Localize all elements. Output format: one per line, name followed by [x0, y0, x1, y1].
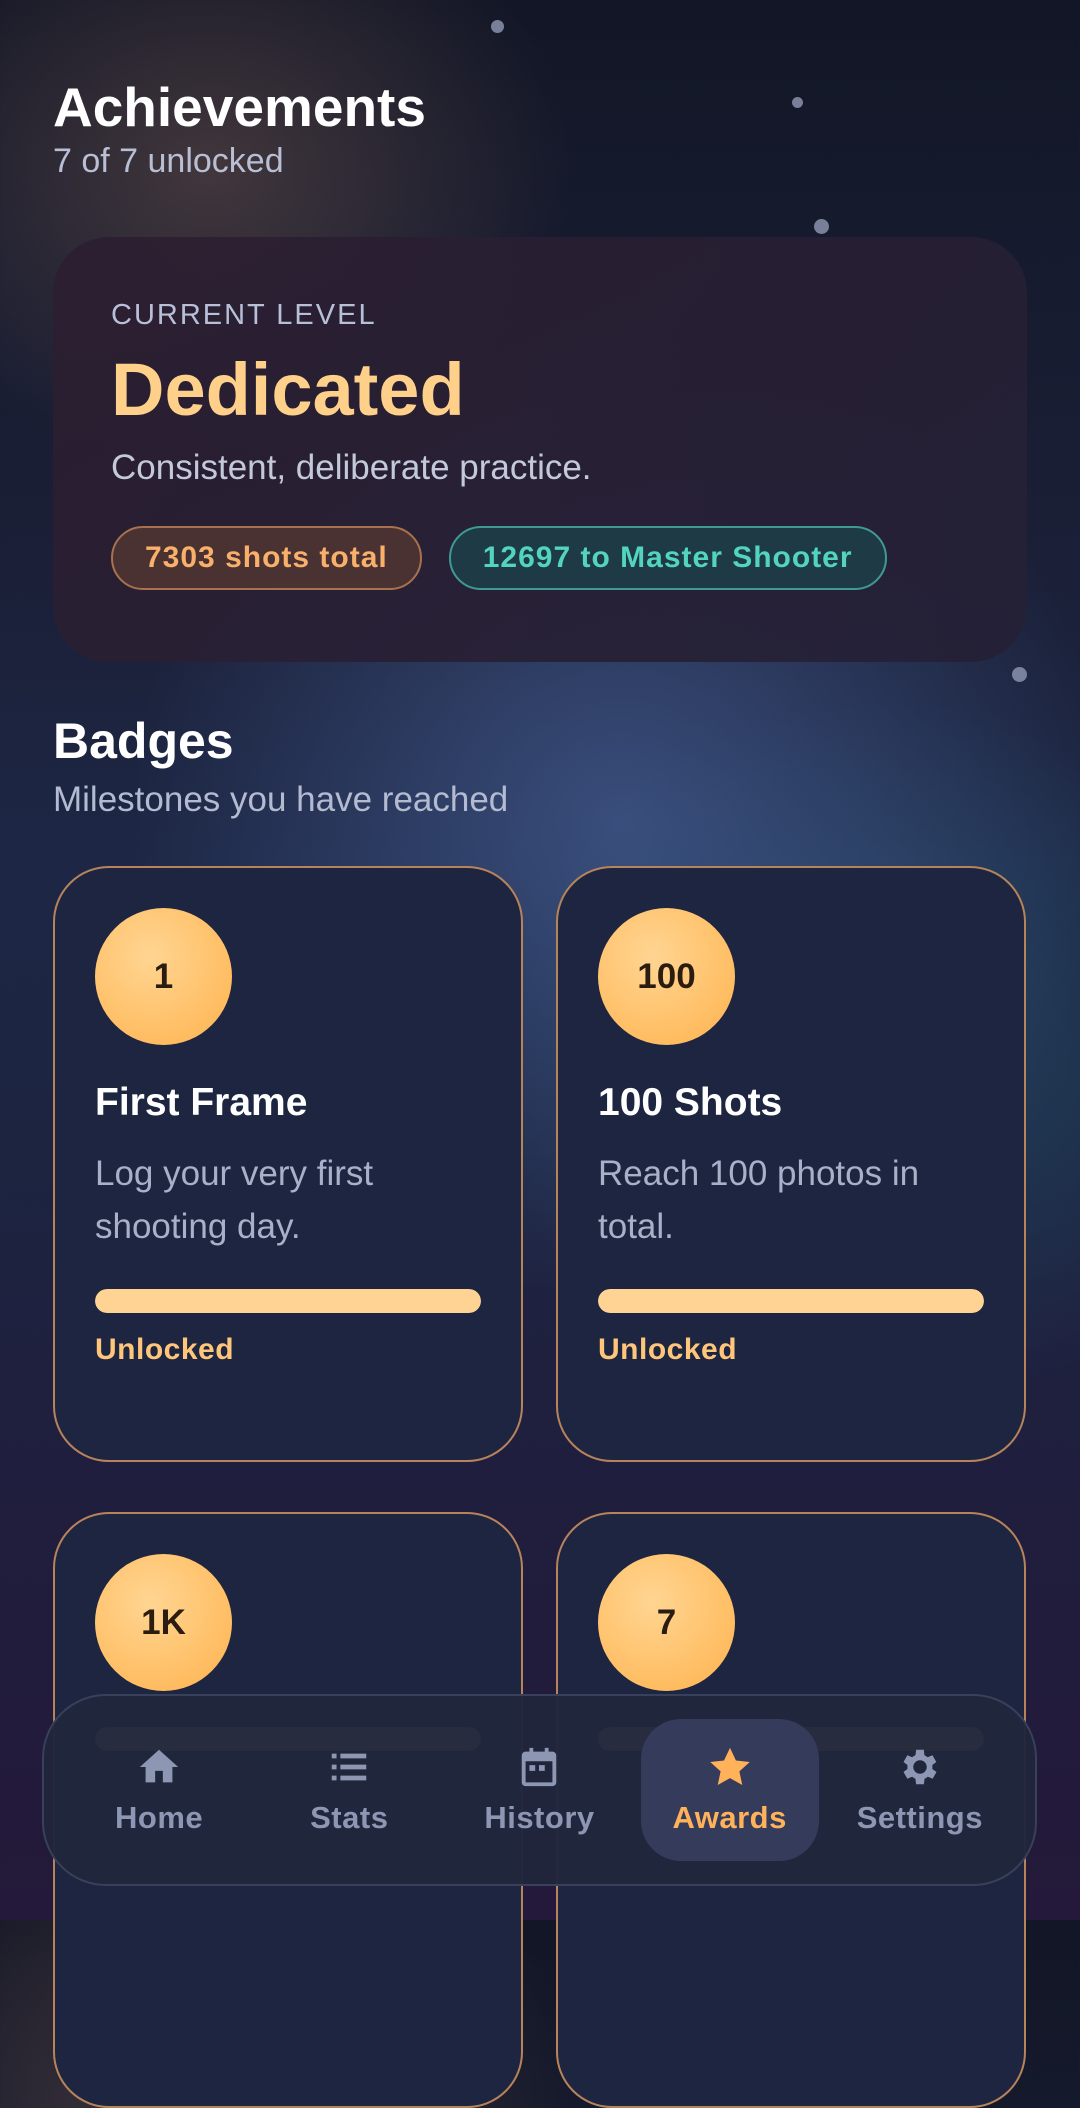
- nav-label: Settings: [856, 1800, 983, 1835]
- badge-status: Unlocked: [95, 1333, 235, 1366]
- background-dot: [491, 20, 504, 33]
- next-level-pill: 12697 to Master Shooter: [448, 526, 887, 590]
- badge-name: 100 Shots: [598, 1081, 783, 1124]
- badge-status: Unlocked: [598, 1333, 738, 1366]
- nav-label: Awards: [672, 1800, 787, 1835]
- nav-label: History: [484, 1800, 595, 1835]
- page-title: Achievements: [53, 76, 426, 138]
- nav-awards[interactable]: Awards: [640, 1719, 819, 1861]
- badge-icon: 1: [95, 908, 232, 1045]
- home-icon: [139, 1749, 179, 1783]
- gear-icon: [903, 1749, 937, 1785]
- badge-progress-bar: [95, 1289, 481, 1313]
- star-icon: [709, 1747, 750, 1786]
- nav-stats[interactable]: Stats: [260, 1719, 438, 1861]
- badge-description: Log your very first shooting day.: [95, 1154, 374, 1246]
- bottom-nav: Home Stats History Awards Settings: [42, 1694, 1037, 1886]
- badge-description: Reach 100 photos in total.: [598, 1154, 920, 1246]
- calendar-icon: [522, 1747, 557, 1787]
- badges-section-header: Badges Milestones you have reached: [53, 712, 508, 820]
- badge-icon: 1K: [95, 1554, 232, 1691]
- badge-name: First Frame: [95, 1081, 308, 1124]
- background-dot: [1012, 667, 1027, 682]
- badge-card-100-shots[interactable]: 100 100 Shots Reach 100 photos in total.…: [556, 866, 1026, 1462]
- level-pills: 7303 shots total 12697 to Master Shooter: [111, 526, 969, 590]
- list-icon: [332, 1753, 367, 1781]
- nav-label: Stats: [310, 1800, 389, 1835]
- nav-label: Home: [115, 1800, 204, 1835]
- nav-history[interactable]: History: [450, 1719, 628, 1861]
- background-dot: [814, 219, 829, 234]
- badge-progress-fill: [95, 1289, 481, 1313]
- badge-icon: 7: [598, 1554, 735, 1691]
- nav-settings[interactable]: Settings: [831, 1719, 1009, 1861]
- unlock-count: 7 of 7 unlocked: [53, 142, 284, 180]
- badge-progress-fill: [598, 1289, 984, 1313]
- level-description: Consistent, deliberate practice.: [111, 448, 592, 487]
- level-eyebrow: CURRENT LEVEL: [111, 299, 377, 331]
- background-dot: [792, 97, 803, 108]
- level-name: Dedicated: [111, 348, 465, 431]
- shots-total-pill: 7303 shots total: [111, 526, 422, 590]
- badges-subtitle: Milestones you have reached: [53, 780, 509, 819]
- badges-title: Badges: [53, 713, 234, 769]
- badge-icon: 100: [598, 908, 735, 1045]
- nav-home[interactable]: Home: [70, 1719, 248, 1861]
- page-header: Achievements 7 of 7 unlocked: [53, 74, 426, 181]
- badge-progress-bar: [598, 1289, 984, 1313]
- current-level-card: CURRENT LEVEL Dedicated Consistent, deli…: [53, 237, 1027, 662]
- badge-card-first-frame[interactable]: 1 First Frame Log your very first shooti…: [53, 866, 523, 1462]
